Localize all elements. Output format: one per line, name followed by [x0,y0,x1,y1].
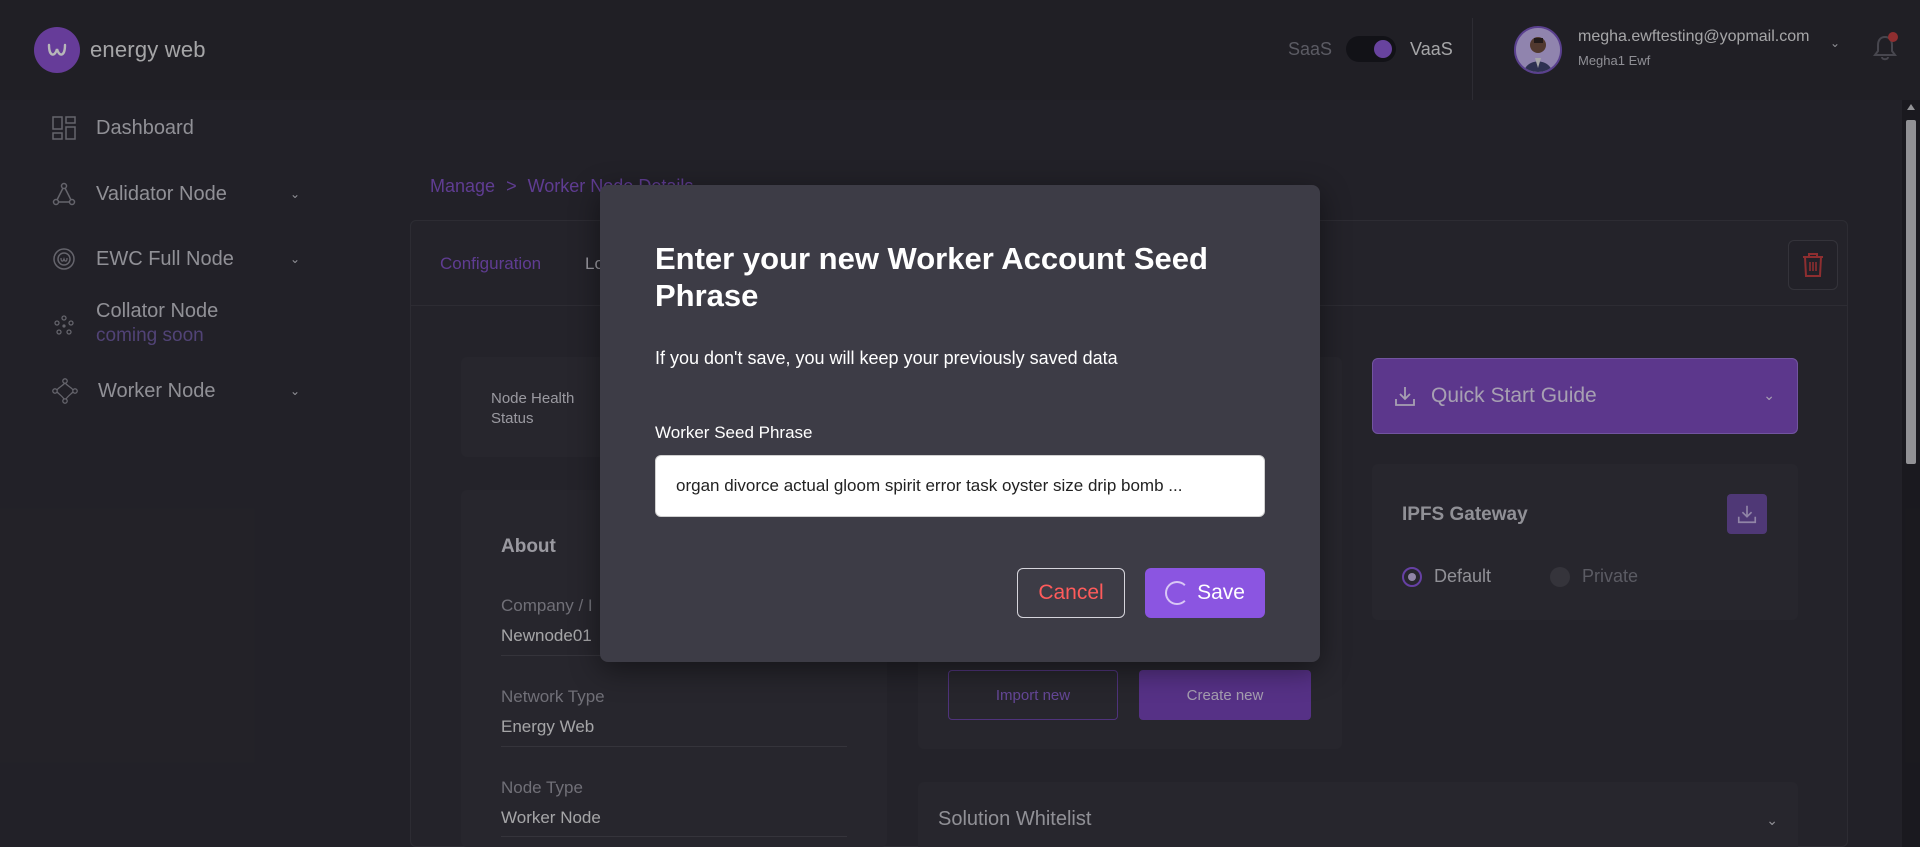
seed-phrase-input[interactable] [655,455,1265,517]
seed-phrase-label: Worker Seed Phrase [655,423,813,442]
seed-phrase-modal: Enter your new Worker Account Seed Phras… [600,185,1320,662]
save-label: Save [1197,581,1245,604]
loading-spinner-icon [1165,581,1190,605]
modal-subtitle: If you don't save, you will keep your pr… [655,348,1118,368]
save-button[interactable]: Save [1145,568,1265,618]
modal-title: Enter your new Worker Account Seed Phras… [655,241,1208,313]
cancel-button[interactable]: Cancel [1017,568,1125,618]
